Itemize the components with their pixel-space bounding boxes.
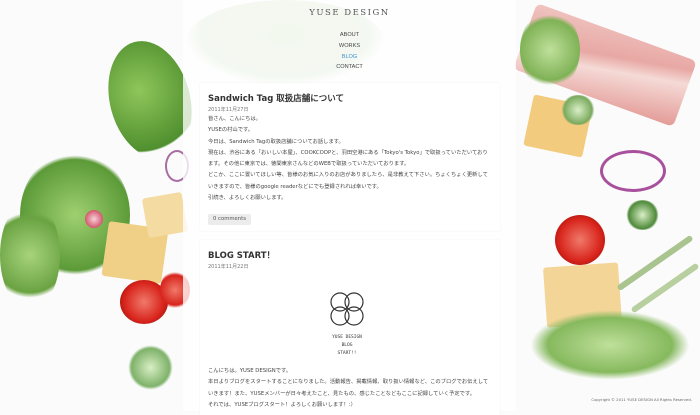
bacon-decoration [513, 3, 697, 127]
post-paragraph: 現在は、渋谷にある「おいしい本屋」、COOKCOOPと、羽田空港にある「Toky… [208, 149, 488, 156]
lettuce-decoration [20, 150, 130, 280]
skewer-decoration [616, 234, 694, 292]
post-body: 皆さん、こんにちは。 YUSEの村山です。 今日は、Sandwich Tagの取… [208, 114, 488, 204]
blog-start-illustration: YUSE DESIGN BLOG START!! [320, 286, 374, 368]
nav-item-about[interactable]: ABOUT [183, 30, 516, 41]
svg-text:START!!: START!! [338, 350, 357, 356]
main-nav: ABOUT WORKS BLOG CONTACT [183, 30, 516, 73]
svg-text:BLOG: BLOG [342, 342, 353, 348]
post-paragraph: 皆さん、こんにちは。 [208, 116, 261, 122]
cheese-decoration [523, 94, 593, 158]
post-title[interactable]: Sandwich Tag 取扱店舗について [208, 92, 344, 104]
post-paragraph: どこか、ここに置いてほしい等、皆様のお気に入りのお店がありましたら、是非教えて下… [208, 172, 488, 179]
post-paragraph: こんにちは。YUSE DESIGNです。 [208, 368, 292, 374]
tomato-decoration [120, 280, 168, 324]
lettuce-decoration [0, 200, 60, 310]
nav-item-works[interactable]: WORKS [183, 41, 516, 52]
post-date: 2011年11月27日 [208, 107, 249, 113]
cheese-decoration [101, 221, 169, 284]
lettuce-decoration [530, 310, 690, 380]
post-paragraph: それでは、YUSEブログスタート！よろしくお願いします！:） [208, 401, 356, 408]
post-title[interactable]: BLOG START！ [208, 249, 275, 261]
post-paragraph: 今日は、Sandwich Tagの取扱店舗についてお話します。 [208, 138, 344, 145]
post-body: こんにちは。YUSE DESIGNです。 本日よりブログをスタートすることになり… [208, 366, 488, 411]
blog-post: BLOG START！ 2011年11月22日 YUSE DESIGN BLOG… [200, 240, 500, 415]
post-paragraph: YUSEの村山です。 [208, 127, 254, 134]
tomato-decoration [555, 215, 605, 265]
nav-item-blog[interactable]: BLOG [183, 52, 516, 63]
blog-post: Sandwich Tag 取扱店舗について 2011年11月27日 皆さん、こん… [200, 83, 500, 231]
cheese-decoration [542, 262, 623, 328]
cucumber-decoration [128, 345, 173, 390]
post-paragraph: いきますので、皆様のgoogle readerなどにでも登録されれば幸いです。 [208, 183, 382, 190]
onion-decoration [600, 150, 666, 192]
copyright-text: Copyright © 2011 YUSE DESIGN All Rights … [591, 397, 692, 402]
cucumber-decoration [560, 95, 596, 125]
post-paragraph: 引続き、よろしくお願いします。 [208, 195, 287, 202]
nav-item-contact[interactable]: CONTACT [183, 62, 516, 73]
skewer-decoration [630, 262, 700, 314]
post-paragraph: 本日よりブログをスタートすることになりました。活動報告、掲載情報、取り扱い情報な… [208, 379, 489, 386]
post-date: 2011年11月22日 [208, 264, 249, 270]
site-logo[interactable]: YUSE DESIGN [183, 8, 516, 18]
radish-decoration [85, 210, 103, 228]
lettuce-decoration [520, 10, 580, 90]
post-paragraph: いきます！また、YUSEメンバーが日々考えたこと、見たもの、感じたことなどもここ… [208, 390, 476, 397]
svg-text:YUSE DESIGN: YUSE DESIGN [332, 334, 362, 340]
comments-button[interactable]: 0 comments [208, 214, 251, 225]
post-paragraph: ます。その他に東京では、徳間東京さんなどのWEBで取扱っていただいております。 [208, 161, 410, 168]
cucumber-decoration [625, 200, 660, 230]
cheese-decoration [141, 191, 189, 239]
